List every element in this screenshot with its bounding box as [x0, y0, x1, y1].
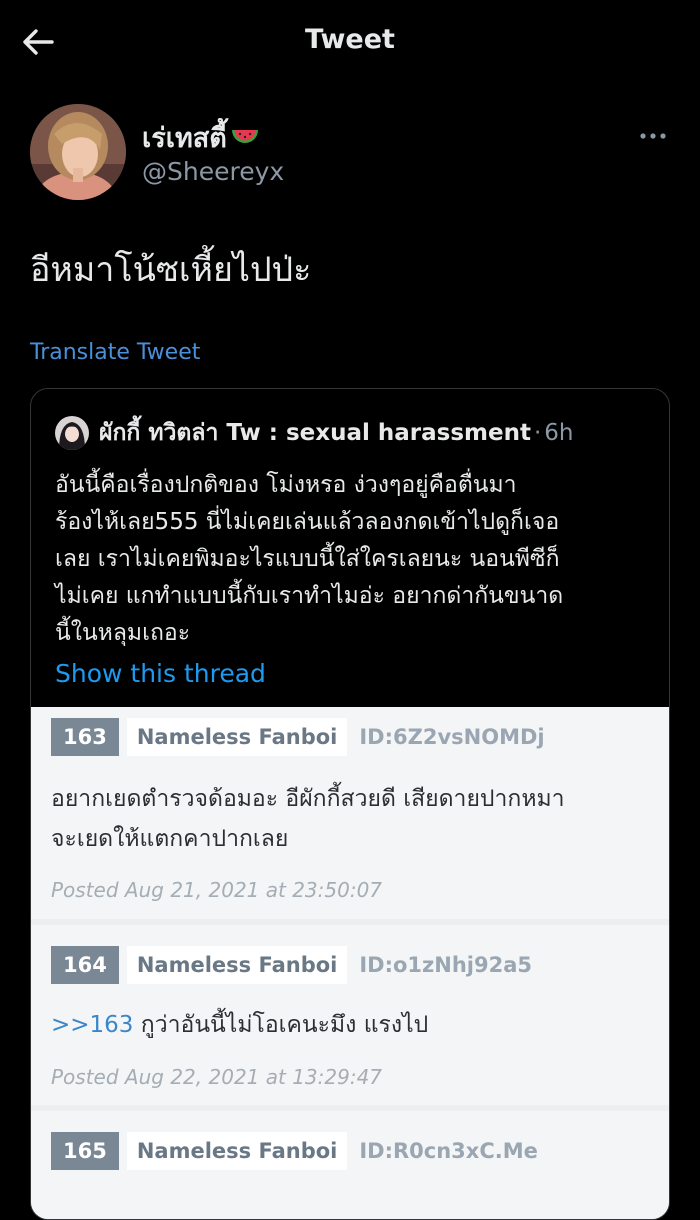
post-author: Nameless Fanboi	[126, 718, 348, 756]
more-options-button[interactable]	[638, 124, 668, 148]
post-date: Posted Aug 21, 2021 at 23:50:07	[51, 878, 383, 902]
post-line: กูว่าอันนี้ไม่โอเคนะมึง แรงไป	[133, 1012, 429, 1038]
quoted-text-line: ไม่เคย แกทำแบบนี้กับเราทำไมอ่ะ อยากด่ากั…	[55, 583, 564, 609]
post-body: อยากเยดตำรวจด้อมอะ อีผักกี้สวยดี เสียดาย…	[51, 779, 651, 859]
author-display-name: เร่เทสตี้	[142, 123, 227, 154]
post-author: Nameless Fanboi	[126, 1132, 348, 1170]
tweet-text: อีหมาโน้ซเหี้ยไปป่ะ	[30, 250, 312, 290]
post-author: Nameless Fanboi	[126, 946, 348, 984]
more-dots-icon	[640, 133, 666, 139]
author-avatar[interactable]	[30, 104, 126, 200]
post-number: 165	[51, 1132, 119, 1170]
quoted-tweet-card[interactable]: ผักกี้ ทวิตล่า Tw : sexual harassment · …	[30, 388, 670, 1220]
post-id: ID:R0cn3xC.Me	[359, 1139, 538, 1163]
show-thread-link[interactable]: Show this thread	[55, 659, 266, 688]
post-id: ID:o1zNhj92a5	[359, 953, 532, 977]
attached-forum-screenshot[interactable]: 163 Nameless Fanboi ID:6Z2vsNOMDj อยากเย…	[31, 707, 669, 1219]
post-date: Posted Aug 22, 2021 at 13:29:47	[51, 1065, 383, 1089]
forum-post-header: 165 Nameless Fanboi ID:R0cn3xC.Me	[51, 1132, 538, 1170]
quoted-author-name: ผักกี้ ทวิตล่า Tw : sexual harassment	[99, 420, 531, 446]
post-number: 164	[51, 946, 119, 984]
quoted-author-avatar	[55, 416, 89, 450]
quoted-text-line: นี้ในหลุมเถอะ	[55, 620, 191, 646]
watermelon-icon	[231, 128, 259, 148]
top-bar: Tweet	[0, 0, 700, 84]
post-line: จะเยดให้แตกคาปากเลย	[51, 826, 289, 852]
meta-separator: ·	[533, 420, 542, 446]
author-name[interactable]: เร่เทสตี้	[142, 116, 259, 159]
forum-post: 164 Nameless Fanboi ID:o1zNhj92a5 >>163 …	[31, 925, 669, 1105]
translate-tweet-link[interactable]: Translate Tweet	[30, 340, 200, 365]
post-line: อยากเยดตำรวจด้อมอะ อีผักกี้สวยดี เสียดาย…	[51, 786, 565, 812]
post-number: 163	[51, 718, 119, 756]
quoted-text-line: เลย เราไม่เคยพิมอะไรแบบนี้ใส่ใครเลยนะ นอ…	[55, 546, 560, 572]
quoted-tweet-header: ผักกี้ ทวิตล่า Tw : sexual harassment · …	[55, 415, 574, 451]
quoted-text-line: ร้องไห้เลย555 นี่ไม่เคยเล่นแล้วลองกดเข้า…	[55, 509, 560, 535]
post-body: >>163 กูว่าอันนี้ไม่โอเคนะมึง แรงไป	[51, 1005, 651, 1045]
post-reply-link[interactable]: >>163	[51, 1012, 133, 1038]
forum-post: 165 Nameless Fanboi ID:R0cn3xC.Me	[31, 1111, 669, 1219]
forum-post-header: 163 Nameless Fanboi ID:6Z2vsNOMDj	[51, 718, 545, 756]
author-handle[interactable]: @Sheereyx	[142, 157, 284, 186]
forum-post: 163 Nameless Fanboi ID:6Z2vsNOMDj อยากเย…	[31, 707, 669, 919]
quoted-tweet-text: อันนี้คือเรื่องปกติของ โม่งหรอ ง่วงๆอยู่…	[55, 467, 655, 652]
forum-post-header: 164 Nameless Fanboi ID:o1zNhj92a5	[51, 946, 532, 984]
post-id: ID:6Z2vsNOMDj	[359, 725, 545, 749]
quoted-tweet-time: 6h	[544, 420, 574, 446]
page-title: Tweet	[305, 24, 395, 55]
quoted-text-line: อันนี้คือเรื่องปกติของ โม่งหรอ ง่วงๆอยู่…	[55, 472, 517, 498]
